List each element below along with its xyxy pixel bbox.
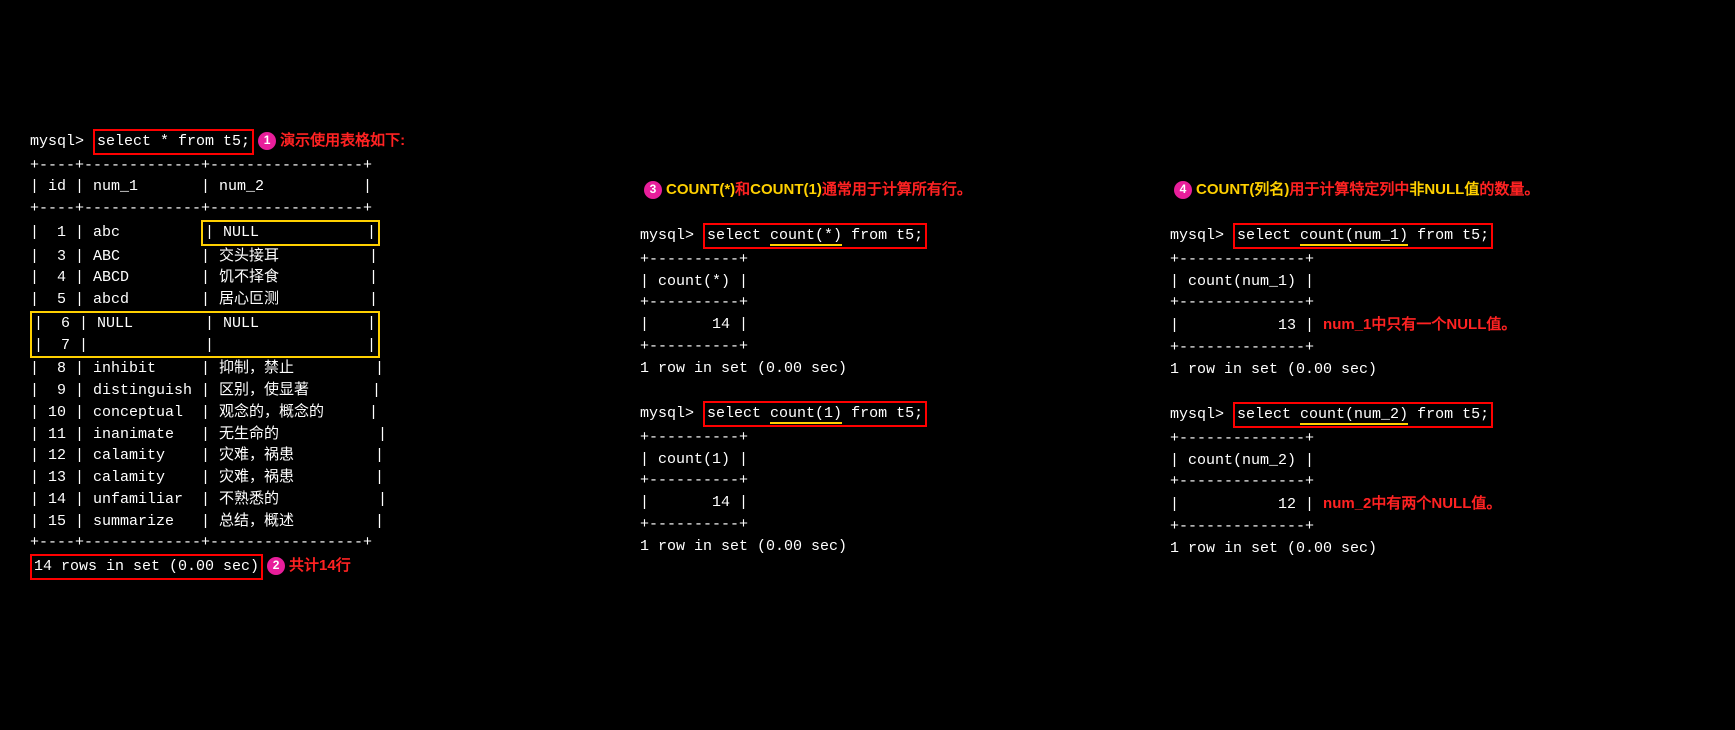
- sep: +----------+: [640, 294, 748, 311]
- table-row: | 13 | calamity | 灾难，祸患 |: [30, 469, 384, 486]
- prompt: mysql>: [640, 227, 694, 244]
- row-1: | 1 | abc: [30, 224, 201, 241]
- table-row: | 5 | abcd | 居心叵测 |: [30, 291, 378, 308]
- result-header: | count(num_1) |: [1170, 273, 1314, 290]
- result-header: | count(num_2) |: [1170, 452, 1314, 469]
- prompt: mysql>: [1170, 406, 1224, 423]
- table-header: | id | num_1 | num_2 |: [30, 178, 372, 195]
- callout-3-badge: 3: [644, 181, 662, 199]
- table-row: | 4 | ABCD | 饥不择食 |: [30, 269, 378, 286]
- prompt: mysql>: [30, 133, 84, 150]
- result-value: | 12 |: [1170, 496, 1314, 513]
- query-select-all: select * from t5;: [93, 129, 254, 155]
- callout-1-text: 演示使用表格如下:: [280, 132, 405, 149]
- sep: +--------------+: [1170, 339, 1314, 356]
- sep: +--------------+: [1170, 294, 1314, 311]
- result-summary: 1 row in set (0.00 sec): [640, 360, 847, 377]
- sep: +--------------+: [1170, 473, 1314, 490]
- summary-box: 14 rows in set (0.00 sec): [30, 554, 263, 580]
- callout-4-text: COUNT(列名)用于计算特定列中非NULL值的数量。: [1196, 181, 1539, 198]
- table-row: | 11 | inanimate | 无生命的 |: [30, 426, 387, 443]
- table-row: | 12 | calamity | 灾难，祸患 |: [30, 447, 384, 464]
- query-count-num2: select count(num_2) from t5;: [1233, 402, 1493, 428]
- table-row: | 3 | ABC | 交头接耳 |: [30, 248, 378, 265]
- table-border: +----+-------------+-----------------+: [30, 157, 372, 174]
- table-border: +----+-------------+-----------------+: [30, 534, 372, 551]
- result-summary: 1 row in set (0.00 sec): [1170, 361, 1377, 378]
- sep: +--------------+: [1170, 251, 1314, 268]
- query-count-star: select count(*) from t5;: [703, 223, 927, 249]
- sep: +----------+: [640, 472, 748, 489]
- table-row: | 14 | unfamiliar | 不熟悉的 |: [30, 491, 387, 508]
- note-num2: num_2中有两个NULL值。: [1323, 495, 1501, 512]
- query-count-1: select count(1) from t5;: [703, 401, 927, 427]
- result-header: | count(1) |: [640, 451, 748, 468]
- query-count-num1: select count(num_1) from t5;: [1233, 223, 1493, 249]
- callout-3-text: COUNT(*)和COUNT(1)通常用于计算所有行。: [666, 181, 972, 198]
- sep: +----------+: [640, 251, 748, 268]
- callout-2-text: 共计14行: [289, 557, 351, 574]
- table-row: | 9 | distinguish | 区别，使显著 |: [30, 382, 381, 399]
- table-row: | 8 | inhibit | 抑制，禁止 |: [30, 360, 384, 377]
- prompt: mysql>: [1170, 227, 1224, 244]
- middle-panel: 3COUNT(*)和COUNT(1)通常用于计算所有行。 mysql> sele…: [640, 107, 1040, 579]
- result-value: | 14 |: [640, 316, 748, 333]
- callout-4-badge: 4: [1174, 181, 1192, 199]
- result-value: | 14 |: [640, 494, 748, 511]
- highlight-null-1: | NULL |: [201, 220, 380, 246]
- result-summary: 1 row in set (0.00 sec): [640, 538, 847, 555]
- highlight-rows-6-7: | 6 | NULL | NULL | | 7 | | |: [30, 311, 380, 359]
- callout-2-badge: 2: [267, 557, 285, 575]
- prompt: mysql>: [640, 405, 694, 422]
- sep: +----------+: [640, 338, 748, 355]
- result-summary: 1 row in set (0.00 sec): [1170, 540, 1377, 557]
- table-row: | 10 | conceptual | 观念的，概念的 |: [30, 404, 378, 421]
- sep: +----------+: [640, 516, 748, 533]
- table-row: | 15 | summarize | 总结，概述 |: [30, 513, 384, 530]
- result-header: | count(*) |: [640, 273, 748, 290]
- table-border: +----+-------------+-----------------+: [30, 200, 372, 217]
- layout-columns: mysql> select * from t5;1演示使用表格如下: +----…: [30, 107, 1705, 602]
- right-panel: 4COUNT(列名)用于计算特定列中非NULL值的数量。 mysql> sele…: [1170, 107, 1590, 581]
- result-value: | 13 |: [1170, 317, 1314, 334]
- sep: +--------------+: [1170, 430, 1314, 447]
- sep: +--------------+: [1170, 518, 1314, 535]
- sep: +----------+: [640, 429, 748, 446]
- callout-1-badge: 1: [258, 132, 276, 150]
- note-num1: num_1中只有一个NULL值。: [1323, 316, 1516, 333]
- left-panel: mysql> select * from t5;1演示使用表格如下: +----…: [30, 107, 510, 602]
